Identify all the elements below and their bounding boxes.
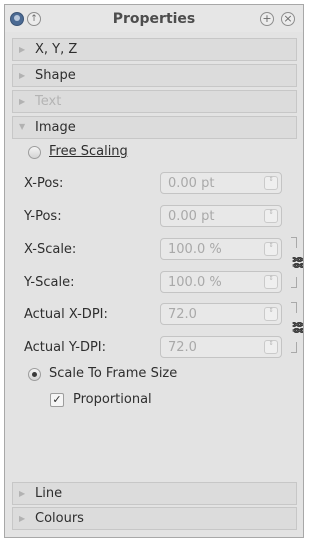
spin-arrows-icon[interactable]: ⇕ [264,340,278,354]
free-scaling-label[interactable]: Free Scaling [49,144,128,159]
expand-arrow-icon: ▶ [19,71,26,80]
section-image[interactable]: ▼ Image [12,116,297,139]
section-text: ▶ Text [12,90,297,113]
spin-arrows-icon[interactable]: ⇕ [264,307,278,321]
section-colours[interactable]: ▶ Colours [12,507,297,530]
proportional-label[interactable]: Proportional [73,392,152,407]
xpos-value: 0.00 pt [168,176,215,191]
yscale-label: Y-Scale: [24,275,75,290]
xscale-value: 100.0 % [168,242,222,257]
scale-chain-toggle[interactable]: ⛓ [289,237,303,293]
title-bar: ↑ Properties + × [5,5,303,32]
chain-link-icon: ⛓ [291,319,303,336]
chain-bracket-bottom [291,342,297,353]
scale-to-frame-label[interactable]: Scale To Frame Size [49,366,177,381]
section-image-label: Image [35,120,76,135]
xpos-label: X-Pos: [24,176,64,191]
section-xyz[interactable]: ▶ X, Y, Z [12,38,297,61]
spin-arrows-icon[interactable]: ⇕ [264,209,278,223]
ypos-field[interactable]: 0.00 pt ⇕ [160,205,282,227]
section-xyz-label: X, Y, Z [35,42,78,57]
ypos-label: Y-Pos: [24,209,62,224]
panel-title: Properties [112,11,196,27]
scale-to-frame-radio[interactable] [28,368,41,381]
expand-arrow-icon: ▶ [19,514,26,523]
section-line[interactable]: ▶ Line [12,482,297,505]
chain-link-icon: ⛓ [291,254,303,271]
close-button[interactable]: × [281,12,295,26]
yscale-field[interactable]: 100.0 % ⇕ [160,271,282,293]
ydpi-field[interactable]: 72.0 ⇕ [160,336,282,358]
expand-arrow-icon: ▶ [19,489,26,498]
collapse-arrow-icon: ▼ [19,122,26,131]
section-colours-label: Colours [35,511,84,526]
xpos-field[interactable]: 0.00 pt ⇕ [160,172,282,194]
xdpi-label: Actual X-DPI: [24,307,108,322]
spin-arrows-icon[interactable]: ⇕ [264,176,278,190]
xscale-label: X-Scale: [24,242,77,257]
float-button[interactable]: + [260,12,274,26]
chain-bracket-top [291,237,297,248]
free-scaling-radio[interactable] [28,146,41,159]
properties-panel: ↑ Properties + × ▶ X, Y, Z ▶ Shape ▶ Tex… [4,4,304,538]
proportional-checkbox[interactable]: ✓ [50,393,64,407]
spin-arrows-icon[interactable]: ⇕ [264,275,278,289]
xscale-field[interactable]: 100.0 % ⇕ [160,238,282,260]
section-line-label: Line [35,486,63,501]
section-shape-label: Shape [35,68,76,83]
section-shape[interactable]: ▶ Shape [12,64,297,87]
xdpi-field[interactable]: 72.0 ⇕ [160,303,282,325]
chain-bracket-bottom [291,277,297,288]
spin-arrows-icon[interactable]: ⇕ [264,242,278,256]
xdpi-value: 72.0 [168,307,197,322]
expand-arrow-icon: ▶ [19,45,26,54]
dpi-chain-toggle[interactable]: ⛓ [289,302,303,358]
yscale-value: 100.0 % [168,275,222,290]
ypos-value: 0.00 pt [168,209,215,224]
ydpi-label: Actual Y-DPI: [24,340,107,355]
expand-arrow-icon: ▶ [19,97,26,106]
ydpi-value: 72.0 [168,340,197,355]
chain-bracket-top [291,302,297,313]
section-text-label: Text [35,94,62,109]
